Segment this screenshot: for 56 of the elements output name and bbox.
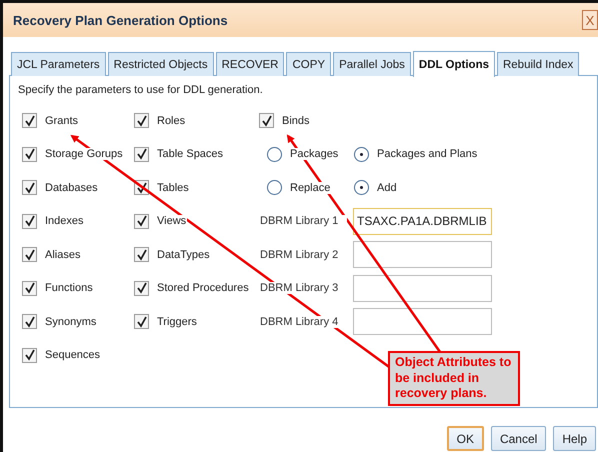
dialog-button[interactable]: Cancel	[490, 426, 546, 451]
checkbox[interactable]	[22, 113, 37, 128]
checkbox-label: Sequences	[44, 349, 102, 362]
checkbox-label: Synonyms	[44, 316, 98, 328]
checkbox[interactable]	[22, 314, 37, 330]
checkbox[interactable]	[22, 247, 37, 262]
radio-button[interactable]	[267, 146, 282, 162]
checkbox-label: Storage Gorups	[44, 148, 124, 160]
radio-button[interactable]	[354, 180, 369, 196]
checkbox[interactable]	[259, 113, 274, 128]
checkbox-label: Triggers	[156, 316, 198, 328]
checkbox-label: Indexes	[44, 215, 85, 228]
checkbox-label: Views	[156, 215, 188, 228]
tab[interactable]: Parallel Jobs	[333, 52, 411, 76]
tab[interactable]: COPY	[286, 52, 332, 76]
tab[interactable]: RECOVER	[216, 52, 284, 76]
tab[interactable]: Restricted Objects	[108, 52, 214, 76]
window-title: Recovery Plan Generation Options	[13, 12, 228, 28]
field-label: DBRM Library 1	[259, 215, 347, 228]
radio-button[interactable]	[267, 180, 282, 196]
checkbox[interactable]	[22, 146, 37, 162]
radio-label: Packages and Plans	[376, 148, 478, 160]
checkbox[interactable]	[22, 180, 37, 196]
checkbox[interactable]	[134, 214, 149, 229]
instruction-text: Specify the parameters to use for DDL generation.	[18, 84, 264, 96]
checkbox[interactable]	[22, 280, 37, 296]
checkbox-label: Binds	[281, 114, 311, 127]
checkbox-label: Roles	[156, 114, 186, 127]
tab[interactable]: Rebuild Index	[496, 52, 580, 76]
tab[interactable]: DDL Options	[412, 51, 495, 77]
checkbox-label: Tables	[156, 182, 190, 194]
text-field[interactable]	[353, 308, 492, 336]
dialog-button[interactable]: Help	[553, 426, 596, 451]
checkbox[interactable]	[134, 280, 149, 296]
checkbox[interactable]	[22, 348, 37, 363]
checkbox-label: Grants	[44, 114, 80, 127]
text-field[interactable]	[353, 241, 492, 268]
radio-button[interactable]	[354, 146, 369, 162]
checkbox-label: Aliases	[44, 248, 82, 261]
checkbox-label: DataTypes	[156, 248, 211, 261]
checkbox-label: Functions	[44, 282, 94, 294]
checkbox-label: Databases	[44, 182, 99, 194]
annotation-callout: Object Attributes to be included in recovery plans.	[388, 351, 520, 406]
checkbox[interactable]	[134, 314, 149, 330]
checkbox-label: Stored Procedures	[156, 282, 250, 294]
checkbox[interactable]	[22, 214, 37, 229]
checkbox[interactable]	[134, 113, 149, 128]
text-field[interactable]	[353, 274, 492, 302]
radio-label: Add	[376, 182, 398, 194]
checkbox-label: Table Spaces	[156, 148, 224, 160]
close-button[interactable]: X	[582, 10, 598, 30]
checkbox[interactable]	[134, 146, 149, 162]
text-field[interactable]: TSAXC.PA1A.DBRMLIB	[353, 208, 492, 235]
checkbox[interactable]	[134, 247, 149, 262]
tab[interactable]: JCL Parameters	[11, 52, 106, 76]
dialog-button[interactable]: OK	[446, 426, 484, 451]
